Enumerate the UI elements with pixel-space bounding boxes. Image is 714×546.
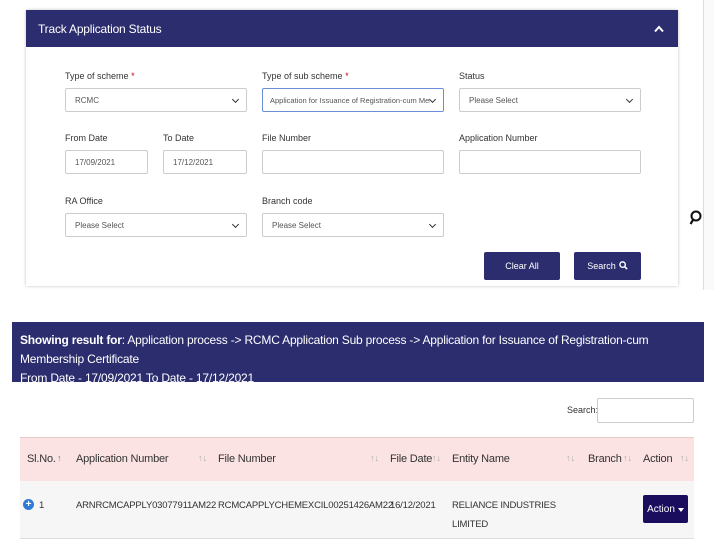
sub-scheme-select[interactable]: Application for Issuance of Registration… [262, 88, 444, 112]
col-branch[interactable]: Branch [588, 453, 622, 465]
search-button-label: Search [587, 261, 616, 271]
to-date-input[interactable]: 17/12/2021 [163, 150, 247, 174]
sort-icon[interactable]: ↑↓ [623, 453, 632, 463]
scheme-select-value: RCMC [75, 95, 99, 105]
scheme-select[interactable]: RCMC [65, 88, 247, 112]
table-search-input[interactable] [597, 398, 694, 423]
col-file-number[interactable]: File Number [218, 453, 276, 465]
clear-all-button[interactable]: Clear All [484, 252, 560, 280]
status-select-value: Please Select [469, 95, 518, 105]
side-search-icon[interactable] [686, 208, 706, 228]
table-header: Sl.No. ↑ Application Number ↑↓ File Numb… [20, 437, 694, 481]
result-banner: Showing result for: Application process … [12, 322, 704, 385]
sort-icon[interactable]: ↑↓ [198, 453, 207, 463]
result-prefix: Showing result for [20, 333, 122, 347]
branch-code-label: Branch code [262, 196, 313, 206]
clear-all-label: Clear All [505, 261, 539, 271]
file-number-label: File Number [262, 133, 312, 143]
chevron-up-icon[interactable] [652, 22, 666, 36]
search-icon [618, 260, 628, 272]
from-date-input[interactable]: 17/09/2021 [65, 150, 148, 174]
action-button-label: Action [647, 503, 675, 515]
col-entity-name[interactable]: Entity Name [452, 453, 510, 465]
from-date-label: From Date [65, 133, 108, 143]
ra-office-select[interactable]: Please Select [65, 213, 247, 237]
action-button[interactable]: Action [643, 495, 688, 523]
sub-scheme-label: Type of sub scheme * [262, 71, 349, 81]
sort-icon[interactable]: ↑↓ [432, 453, 441, 463]
cell-file-number: RCMCAPPLYCHEMEXCIL00251426AM22 [218, 500, 393, 511]
sort-icon[interactable]: ↑↓ [370, 453, 379, 463]
result-line-1: Showing result for: Application process … [20, 331, 696, 369]
cell-entity-name-line2: LIMITED [452, 519, 489, 530]
ra-office-label: RA Office [65, 196, 103, 206]
col-application-number[interactable]: Application Number [76, 453, 169, 465]
status-select[interactable]: Please Select [459, 88, 641, 112]
sort-icon[interactable]: ↑ [57, 453, 62, 463]
col-action[interactable]: Action [643, 453, 673, 465]
status-label: Status [459, 71, 485, 81]
table-row: + 1 ARNRCMCAPPLY03077911AM22 RCMCAPPLYCH… [20, 481, 694, 539]
from-date-value: 17/09/2021 [75, 157, 116, 167]
application-number-input[interactable] [459, 150, 641, 174]
cell-sl-no: 1 [39, 500, 45, 511]
search-button[interactable]: Search [574, 252, 641, 280]
page-scrollbar[interactable] [703, 0, 714, 290]
branch-code-select[interactable]: Please Select [262, 213, 444, 237]
cell-entity-name-line1: RELIANCE INDUSTRIES [452, 500, 556, 511]
sub-scheme-select-value: Application for Issuance of Registration… [270, 95, 430, 105]
file-number-input[interactable] [262, 150, 444, 174]
branch-code-select-value: Please Select [272, 220, 321, 230]
cell-application-number: ARNRCMCAPPLY03077911AM22 [76, 500, 217, 511]
to-date-value: 17/12/2021 [173, 157, 214, 167]
panel-title: Track Application Status [38, 21, 162, 36]
table-search-label: Search: [567, 405, 599, 415]
ra-office-select-value: Please Select [75, 220, 124, 230]
plus-circle-icon[interactable]: + [23, 499, 34, 510]
sort-icon[interactable]: ↑↓ [680, 453, 689, 463]
col-sl-no[interactable]: Sl.No. [27, 453, 56, 465]
result-line-2: From Date - 17/09/2021 To Date - 17/12/2… [20, 371, 254, 385]
scheme-label: Type of scheme * [65, 71, 135, 81]
to-date-label: To Date [163, 133, 195, 143]
application-number-label: Application Number [459, 133, 538, 143]
cell-file-date: 16/12/2021 [390, 500, 436, 511]
sort-icon[interactable]: ↑↓ [566, 453, 575, 463]
track-application-panel: Track Application Status Type of scheme … [26, 10, 678, 286]
caret-down-icon [677, 504, 684, 515]
panel-header[interactable]: Track Application Status [26, 10, 678, 47]
col-file-date[interactable]: File Date [390, 453, 432, 465]
